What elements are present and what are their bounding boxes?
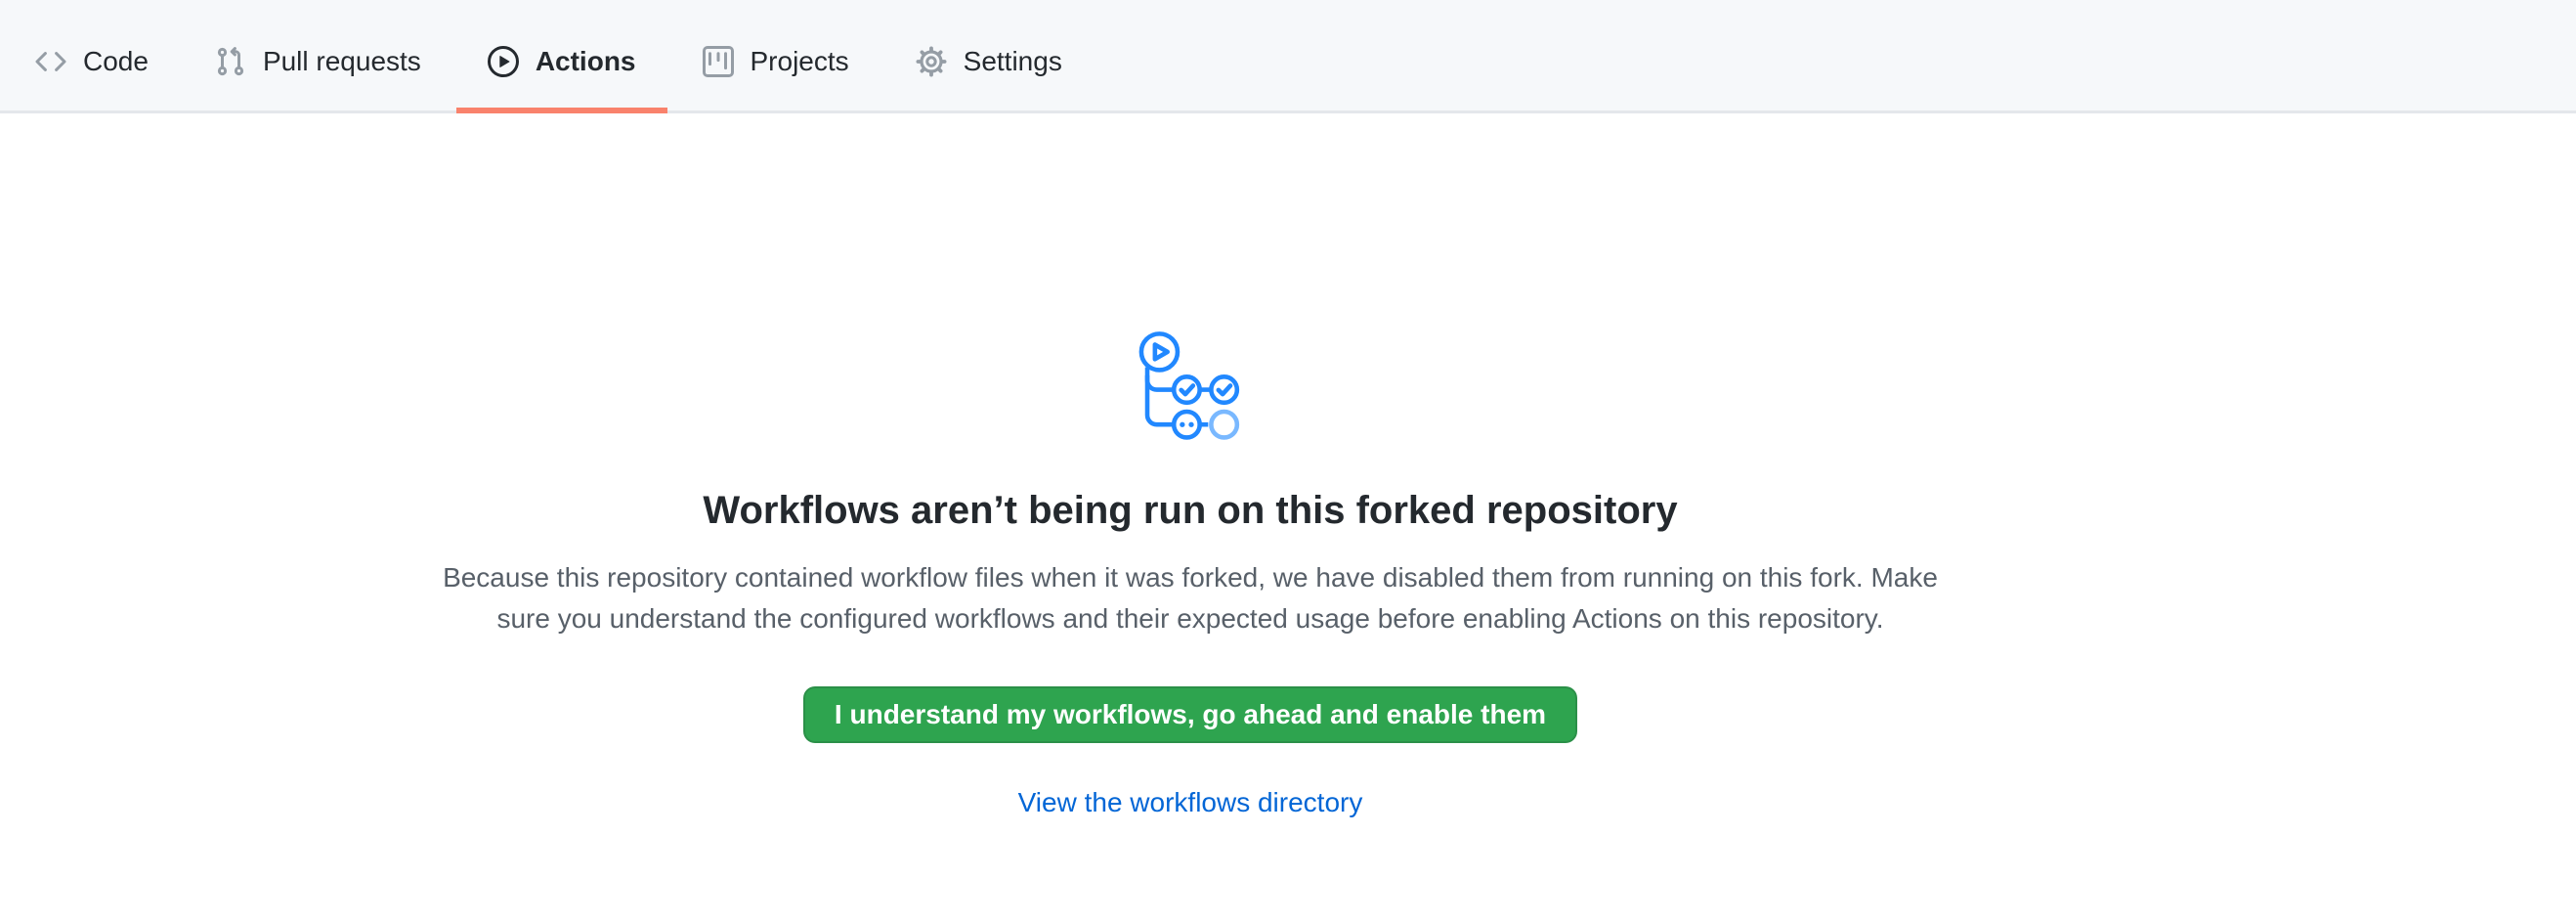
- description-line-1: Because this repository contained workfl…: [443, 557, 1938, 598]
- workflow-graph-icon: [1136, 330, 1245, 440]
- project-icon: [703, 46, 734, 77]
- tab-projects[interactable]: Projects: [671, 0, 880, 110]
- tab-label: Settings: [964, 48, 1062, 75]
- empty-state-title: Workflows aren’t being run on this forke…: [703, 485, 1677, 536]
- code-icon: [35, 46, 66, 77]
- gear-icon: [916, 46, 947, 77]
- tab-label: Projects: [751, 48, 849, 75]
- empty-state-description: Because this repository contained workfl…: [443, 557, 1938, 639]
- view-workflows-directory-link[interactable]: View the workflows directory: [1018, 782, 1363, 823]
- tab-label: Pull requests: [263, 48, 421, 75]
- tab-code[interactable]: Code: [4, 0, 180, 110]
- actions-empty-state: Workflows aren’t being run on this forke…: [0, 113, 2576, 823]
- tab-actions[interactable]: Actions: [456, 0, 667, 110]
- tab-label: Code: [83, 48, 149, 75]
- description-line-2: sure you understand the configured workf…: [443, 598, 1938, 639]
- enable-workflows-button[interactable]: I understand my workflows, go ahead and …: [803, 686, 1577, 743]
- git-pull-request-icon: [215, 46, 246, 77]
- play-icon: [488, 46, 519, 77]
- tab-label: Actions: [536, 48, 636, 75]
- tab-settings[interactable]: Settings: [884, 0, 1094, 110]
- tab-pull-requests[interactable]: Pull requests: [184, 0, 452, 110]
- repo-tab-nav: Code Pull requests Actions: [0, 0, 2576, 113]
